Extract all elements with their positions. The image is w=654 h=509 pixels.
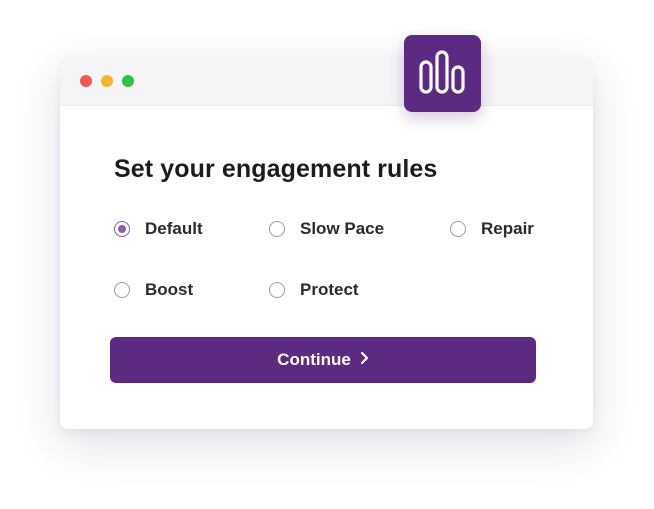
stage: Set your engagement rules Default Slow P…: [0, 0, 654, 509]
option-protect[interactable]: Protect: [269, 280, 359, 300]
radio-slow-pace[interactable]: [269, 221, 285, 237]
radio-protect[interactable]: [269, 282, 285, 298]
option-label-protect: Protect: [300, 280, 359, 299]
option-label-default: Default: [145, 219, 203, 238]
option-default[interactable]: Default: [114, 219, 203, 239]
chevron-right-icon: [360, 350, 369, 370]
window-maximize-dot[interactable]: [122, 75, 134, 87]
option-label-repair: Repair: [481, 219, 534, 238]
continue-button[interactable]: Continue: [110, 337, 536, 383]
option-slow-pace[interactable]: Slow Pace: [269, 219, 384, 239]
radio-repair[interactable]: [450, 221, 466, 237]
option-label-boost: Boost: [145, 280, 194, 299]
bar-chart-icon: [404, 35, 481, 112]
window-titlebar: [60, 58, 593, 106]
radio-boost[interactable]: [114, 282, 130, 298]
window-minimize-dot[interactable]: [101, 75, 113, 87]
window-close-dot[interactable]: [80, 75, 92, 87]
radio-default[interactable]: [114, 221, 130, 237]
option-boost[interactable]: Boost: [114, 280, 193, 300]
continue-label: Continue: [277, 350, 351, 369]
option-repair[interactable]: Repair: [450, 219, 534, 239]
option-label-slow-pace: Slow Pace: [300, 219, 385, 238]
dialog-title: Set your engagement rules: [114, 155, 438, 183]
